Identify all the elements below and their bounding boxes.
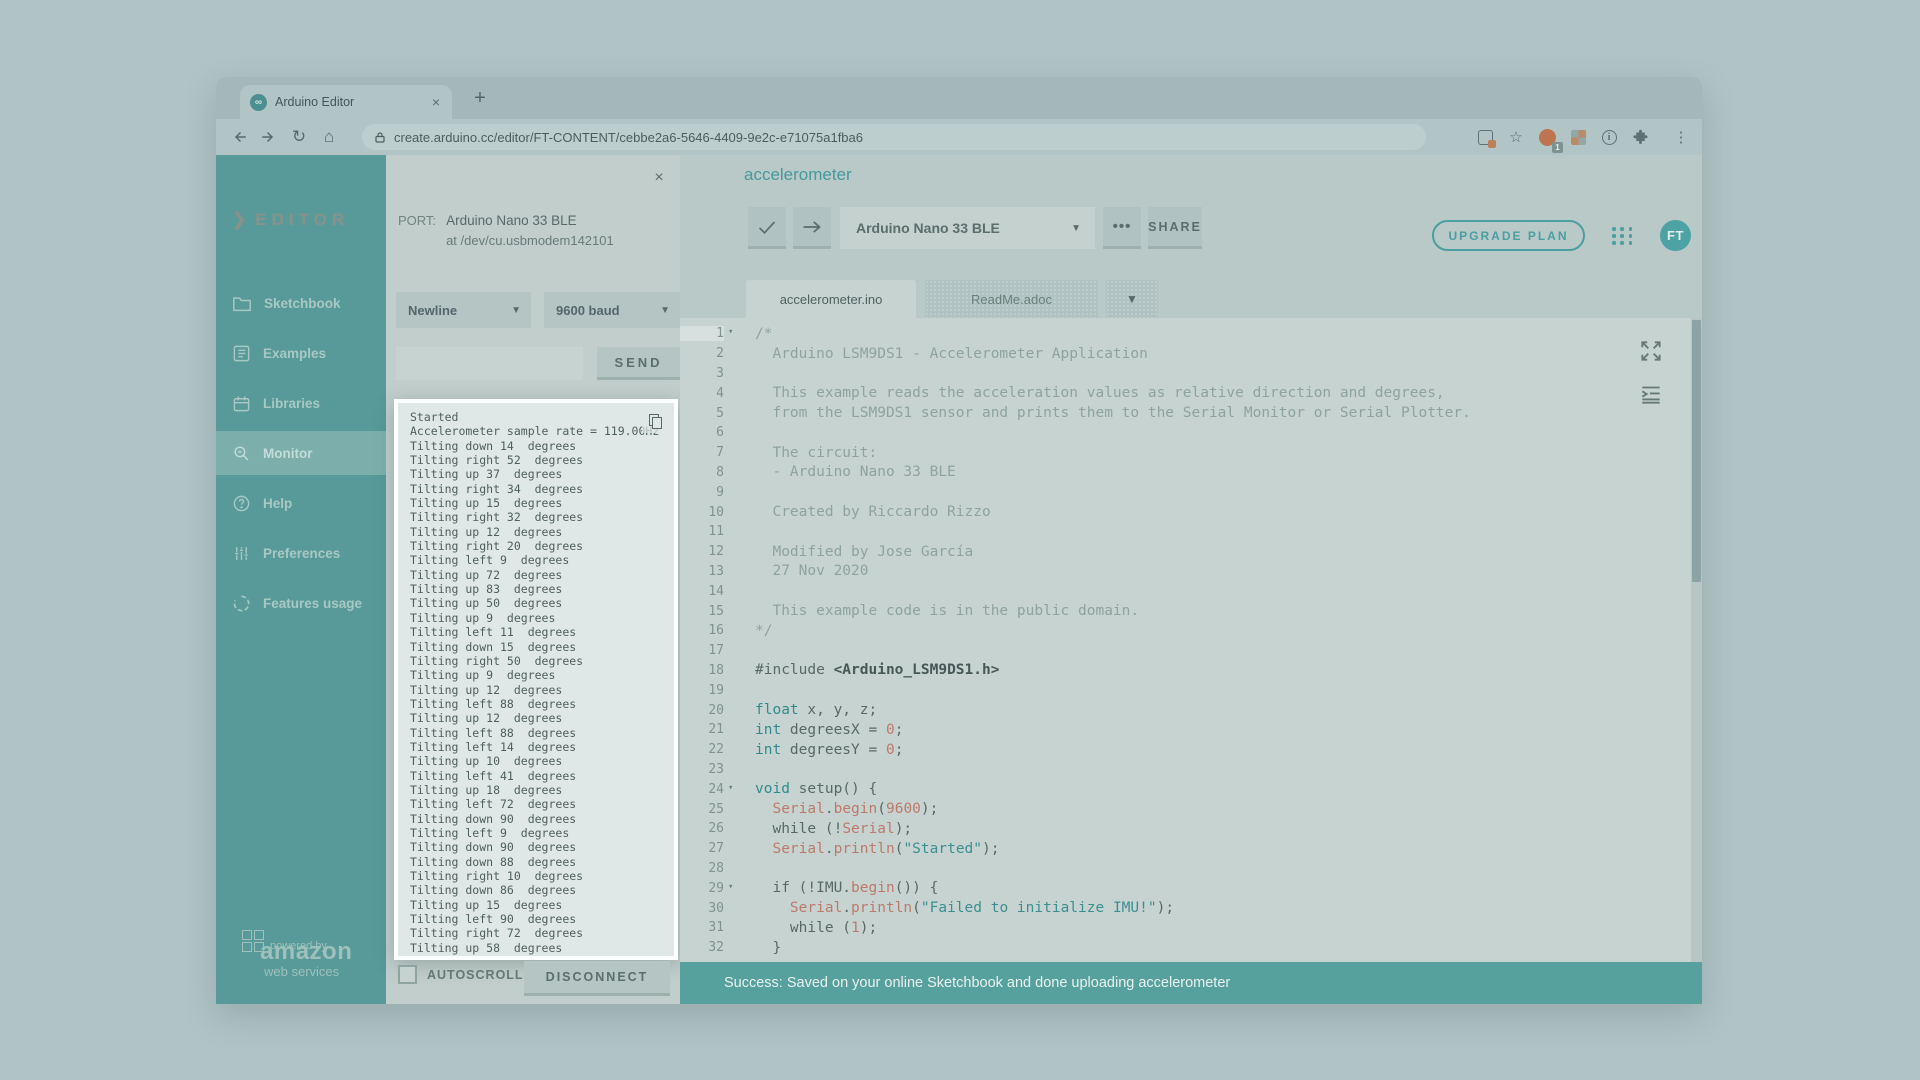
reload-icon[interactable]: ↻ <box>284 124 314 150</box>
share-button[interactable]: SHARE <box>1148 207 1202 249</box>
browser-action-icons: ☆ 1 i ⋮ <box>1474 119 1692 155</box>
file-tabs: accelerometer.ino ReadMe.adoc ▼ <box>680 280 1702 318</box>
desktop: ∞ Arduino Editor × + ↻ ⌂ create.arduino.… <box>0 0 1920 1080</box>
arrow-right-icon <box>801 219 823 235</box>
sidebar: ❯EDITOR Sketchbook Examples Libraries <box>216 155 386 1004</box>
sidebar-item-label: Features usage <box>263 596 362 611</box>
tab-readme-adoc[interactable]: ReadMe.adoc <box>925 280 1098 318</box>
lock-icon <box>374 131 386 144</box>
address-bar[interactable]: create.arduino.cc/editor/FT-CONTENT/cebb… <box>362 124 1426 150</box>
blocker-extension-icon[interactable]: 1 <box>1536 126 1558 148</box>
status-message: Success: Saved on your online Sketchbook… <box>724 975 1230 991</box>
sidebar-item-label: Help <box>263 496 292 511</box>
editor-scrollbar[interactable] <box>1691 318 1702 962</box>
editor-main: accelerometer Arduino Nano 33 BLE▼ ••• S… <box>680 155 1702 1004</box>
new-tab-button[interactable]: + <box>466 87 494 110</box>
autoscroll-checkbox[interactable] <box>398 965 417 984</box>
sidebar-item-monitor[interactable]: Monitor <box>216 431 386 475</box>
sidebar-item-examples[interactable]: Examples <box>216 331 386 375</box>
sketch-title: accelerometer <box>744 165 852 185</box>
copy-icon <box>649 414 662 429</box>
check-icon <box>757 219 777 235</box>
libraries-icon <box>232 394 251 413</box>
serial-message-input[interactable] <box>396 347 583 380</box>
chevron-down-icon: ▼ <box>511 305 521 316</box>
baud-rate-select[interactable]: 9600 baud▼ <box>544 292 680 328</box>
sidebar-item-sketchbook[interactable]: Sketchbook <box>216 281 386 325</box>
autoformat-icon[interactable] <box>1638 382 1664 406</box>
features-usage-icon <box>232 594 251 613</box>
grid-extension-icon[interactable] <box>1567 126 1589 148</box>
sidebar-item-label: Libraries <box>263 396 320 411</box>
folder-icon <box>232 294 252 312</box>
browser-window: ∞ Arduino Editor × + ↻ ⌂ create.arduino.… <box>216 77 1702 1004</box>
port-name: Arduino Nano 33 BLE <box>446 213 614 228</box>
line-ending-select[interactable]: Newline▼ <box>396 292 531 328</box>
extension-badge: 1 <box>1552 142 1563 153</box>
send-button[interactable]: SEND <box>597 347 680 380</box>
serial-console-output: StartedAccelerometer sample rate = 119.0… <box>398 403 674 955</box>
sidebar-item-label: Sketchbook <box>264 296 341 311</box>
close-monitor-icon[interactable]: × <box>650 169 668 187</box>
serial-monitor-panel: × PORT: Arduino Nano 33 BLE at /dev/cu.u… <box>386 155 680 1004</box>
code-editor[interactable]: 1▾/*2 Arduino LSM9DS1 - Accelerometer Ap… <box>680 318 1702 962</box>
arduino-favicon: ∞ <box>250 94 267 111</box>
tabs-dropdown-button[interactable]: ▼ <box>1106 280 1158 318</box>
more-options-button[interactable]: ••• <box>1103 207 1141 249</box>
home-icon[interactable]: ⌂ <box>314 124 344 150</box>
chevron-down-icon: ▼ <box>660 305 670 316</box>
forward-icon[interactable] <box>254 124 284 150</box>
sidebar-item-preferences[interactable]: Preferences <box>216 531 386 575</box>
sidebar-item-libraries[interactable]: Libraries <box>216 381 386 425</box>
tab-accelerometer-ino[interactable]: accelerometer.ino <box>746 280 916 318</box>
sidebar-item-help[interactable]: Help <box>216 481 386 525</box>
sidebar-item-features-usage[interactable]: Features usage <box>216 581 386 625</box>
browser-toolbar: ↻ ⌂ create.arduino.cc/editor/FT-CONTENT/… <box>216 119 1702 155</box>
sidebar-item-label: Preferences <box>263 546 340 561</box>
arduino-editor-app: ❯EDITOR Sketchbook Examples Libraries <box>216 155 1702 1004</box>
translate-icon[interactable] <box>1474 126 1496 148</box>
sidebar-menu: Sketchbook Examples Libraries Monitor <box>216 281 386 631</box>
autoscroll-label: AUTOSCROLL <box>427 968 524 982</box>
preferences-sliders-icon <box>232 544 251 563</box>
user-avatar[interactable]: FT <box>1660 220 1691 251</box>
browser-tab-title: Arduino Editor <box>275 95 430 109</box>
aws-logo: powered by amazon web services <box>216 930 386 979</box>
editor-toolbar: Arduino Nano 33 BLE▼ ••• SHARE UPGRADE P… <box>680 207 1702 251</box>
upload-button[interactable] <box>793 207 831 249</box>
serial-console[interactable]: StartedAccelerometer sample rate = 119.0… <box>394 399 678 960</box>
port-info: PORT: Arduino Nano 33 BLE at /dev/cu.usb… <box>398 213 614 248</box>
help-icon <box>232 494 251 513</box>
logo-chevron-icon: ❯ <box>232 210 251 229</box>
monitor-search-icon <box>232 444 251 463</box>
back-icon[interactable] <box>224 124 254 150</box>
tab-close-icon[interactable]: × <box>430 94 442 110</box>
info-icon[interactable]: i <box>1598 126 1620 148</box>
apps-grid-icon[interactable] <box>1612 227 1634 245</box>
puzzle-extensions-icon[interactable] <box>1629 126 1651 148</box>
status-bar: Success: Saved on your online Sketchbook… <box>680 962 1702 1004</box>
port-label: PORT: <box>398 213 436 248</box>
examples-list-icon <box>232 344 251 363</box>
chevron-down-icon: ▼ <box>1071 223 1081 234</box>
copy-output-button[interactable] <box>642 409 668 433</box>
upgrade-plan-button[interactable]: UPGRADE PLAN <box>1432 220 1585 251</box>
fullscreen-icon[interactable] <box>1638 338 1664 364</box>
sidebar-item-label: Monitor <box>263 446 313 461</box>
code-lines: 1▾/*2 Arduino LSM9DS1 - Accelerometer Ap… <box>680 324 1702 958</box>
scrollbar-thumb[interactable] <box>1692 320 1701 582</box>
browser-tab[interactable]: ∞ Arduino Editor × <box>240 85 452 119</box>
verify-button[interactable] <box>748 207 786 249</box>
board-select[interactable]: Arduino Nano 33 BLE▼ <box>840 207 1095 249</box>
port-path: at /dev/cu.usbmodem142101 <box>446 233 614 248</box>
disconnect-button[interactable]: DISCONNECT <box>524 961 670 996</box>
bookmark-star-icon[interactable]: ☆ <box>1505 126 1527 148</box>
browser-menu-icon[interactable]: ⋮ <box>1670 126 1692 148</box>
browser-tab-strip: ∞ Arduino Editor × + <box>216 77 1702 119</box>
editor-logo: ❯EDITOR <box>232 210 349 230</box>
url-text: create.arduino.cc/editor/FT-CONTENT/cebb… <box>394 130 863 145</box>
sidebar-item-label: Examples <box>263 346 326 361</box>
